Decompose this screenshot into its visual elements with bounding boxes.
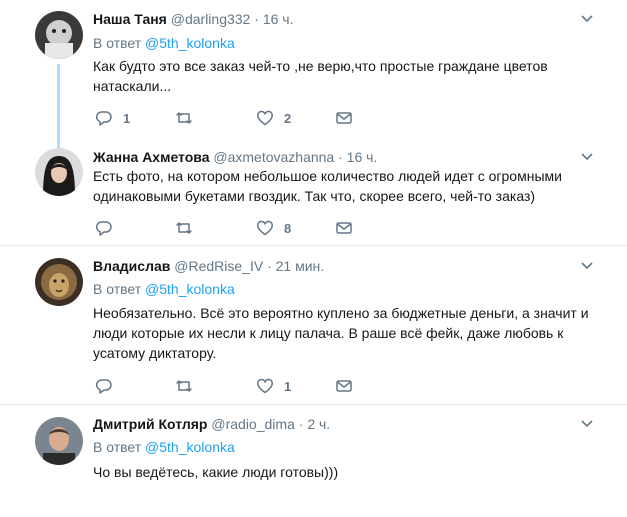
chevron-down-icon[interactable]: [579, 148, 595, 164]
tweet-text: Есть фото, на котором небольшое количест…: [93, 166, 593, 206]
envelope-icon: [336, 380, 352, 392]
reply-button[interactable]: 1: [95, 108, 130, 128]
avatar[interactable]: [35, 258, 83, 306]
reply-prefix: В ответ: [93, 35, 142, 51]
heart-icon: [257, 110, 273, 126]
heart-icon: [257, 220, 273, 236]
author-name[interactable]: Жанна Ахметова: [93, 149, 209, 165]
separator-dot: ·: [254, 11, 259, 27]
separator-dot: ·: [338, 149, 343, 165]
avatar[interactable]: [35, 148, 83, 196]
chevron-down-icon[interactable]: [579, 257, 595, 273]
reply-icon: [95, 379, 112, 394]
retweet-icon: [176, 112, 192, 124]
tweet-text-line: натаскали...: [93, 78, 172, 94]
like-count: 2: [284, 110, 292, 126]
timestamp[interactable]: 16 ч.: [263, 11, 294, 27]
author-handle[interactable]: @axmetovazhanna: [213, 149, 334, 165]
like-count: 1: [284, 378, 292, 394]
tweet-text-line: Есть фото, на котором небольшое количест…: [93, 168, 562, 184]
tweet-header: Наша Таня @darling332 · 16 ч.: [93, 10, 293, 28]
tweet-text: Как будто это все заказ чей-то ,не верю,…: [93, 56, 593, 96]
tweet-header: Дмитрий Котляр @radio_dima · 2 ч.: [93, 415, 330, 433]
retweet-icon: [176, 222, 192, 234]
retweet-button[interactable]: [175, 376, 203, 396]
reply-to: В ответ @5th_kolonka: [93, 438, 235, 456]
reply-icon: [95, 111, 112, 126]
reply-icon: [95, 221, 112, 236]
like-count: 8: [284, 220, 292, 236]
reply-to-link[interactable]: @5th_kolonka: [145, 35, 235, 51]
tweet-actions: 1 2: [93, 108, 393, 128]
tweet-text-line: люди которые их несли к лицу палача. В р…: [93, 325, 564, 341]
like-button[interactable]: 2: [256, 108, 291, 128]
direct-message-button[interactable]: [335, 376, 353, 396]
direct-message-button[interactable]: [335, 108, 353, 128]
author-handle[interactable]: @darling332: [171, 11, 251, 27]
tweet-4[interactable]: Дмитрий Котляр @radio_dima · 2 ч. В отве…: [0, 405, 627, 517]
reply-to-link[interactable]: @5th_kolonka: [145, 281, 235, 297]
retweet-icon: [176, 380, 192, 392]
reply-prefix: В ответ: [93, 281, 142, 297]
tweet-actions: 1: [93, 376, 393, 396]
tweet-text: Чо вы ведётесь, какие люди готовы))): [93, 462, 593, 482]
heart-icon: [257, 378, 273, 394]
tweet-text: Необязательно. Всё это вероятно куплено …: [93, 303, 593, 363]
envelope-icon: [336, 222, 352, 234]
author-name[interactable]: Наша Таня: [93, 11, 167, 27]
author-name[interactable]: Дмитрий Котляр: [93, 416, 207, 432]
separator-dot: ·: [267, 258, 272, 274]
reply-to-link[interactable]: @5th_kolonka: [145, 439, 235, 455]
avatar[interactable]: [35, 417, 83, 465]
reply-button[interactable]: [95, 376, 123, 396]
reply-prefix: В ответ: [93, 439, 142, 455]
tweet-text-line: одинаковыми букетами гвоздик. Так что, с…: [93, 188, 536, 204]
tweet-header: Владислав @RedRise_IV · 21 мин.: [93, 257, 324, 275]
like-button[interactable]: 1: [256, 376, 291, 396]
reply-to: В ответ @5th_kolonka: [93, 34, 235, 52]
avatar[interactable]: [35, 11, 83, 59]
tweet-text-line: Чо вы ведётесь, какие люди готовы))): [93, 464, 339, 480]
direct-message-button[interactable]: [335, 218, 353, 238]
envelope-icon: [336, 112, 352, 124]
reply-to: В ответ @5th_kolonka: [93, 280, 235, 298]
tweet-text-line: усатому диктатору.: [93, 345, 217, 361]
tweet-header: Жанна Ахметова @axmetovazhanna · 16 ч.: [93, 148, 377, 166]
timestamp[interactable]: 2 ч.: [307, 416, 330, 432]
retweet-button[interactable]: [175, 218, 203, 238]
tweet-2[interactable]: Жанна Ахметова @axmetovazhanna · 16 ч. Е…: [0, 140, 627, 245]
retweet-button[interactable]: [175, 108, 203, 128]
timestamp[interactable]: 16 ч.: [347, 149, 378, 165]
separator-dot: ·: [298, 416, 304, 432]
tweet-text-line: Как будто это все заказ чей-то ,не верю,…: [93, 58, 548, 74]
chevron-down-icon[interactable]: [579, 415, 595, 431]
tweet-3[interactable]: Владислав @RedRise_IV · 21 мин. В ответ …: [0, 246, 627, 404]
reply-count: 1: [123, 110, 131, 126]
timestamp[interactable]: 21 мин.: [276, 258, 325, 274]
tweet-actions: 8: [93, 218, 393, 238]
like-button[interactable]: 8: [256, 218, 291, 238]
author-handle[interactable]: @radio_dima: [211, 416, 294, 432]
reply-button[interactable]: [95, 218, 123, 238]
author-handle[interactable]: @RedRise_IV: [174, 258, 263, 274]
author-name[interactable]: Владислав: [93, 258, 170, 274]
chevron-down-icon[interactable]: [579, 10, 595, 26]
tweet-text-line: Необязательно. Всё это вероятно куплено …: [93, 305, 589, 321]
tweet-1[interactable]: Наша Таня @darling332 · 16 ч. В ответ @5…: [0, 0, 627, 140]
